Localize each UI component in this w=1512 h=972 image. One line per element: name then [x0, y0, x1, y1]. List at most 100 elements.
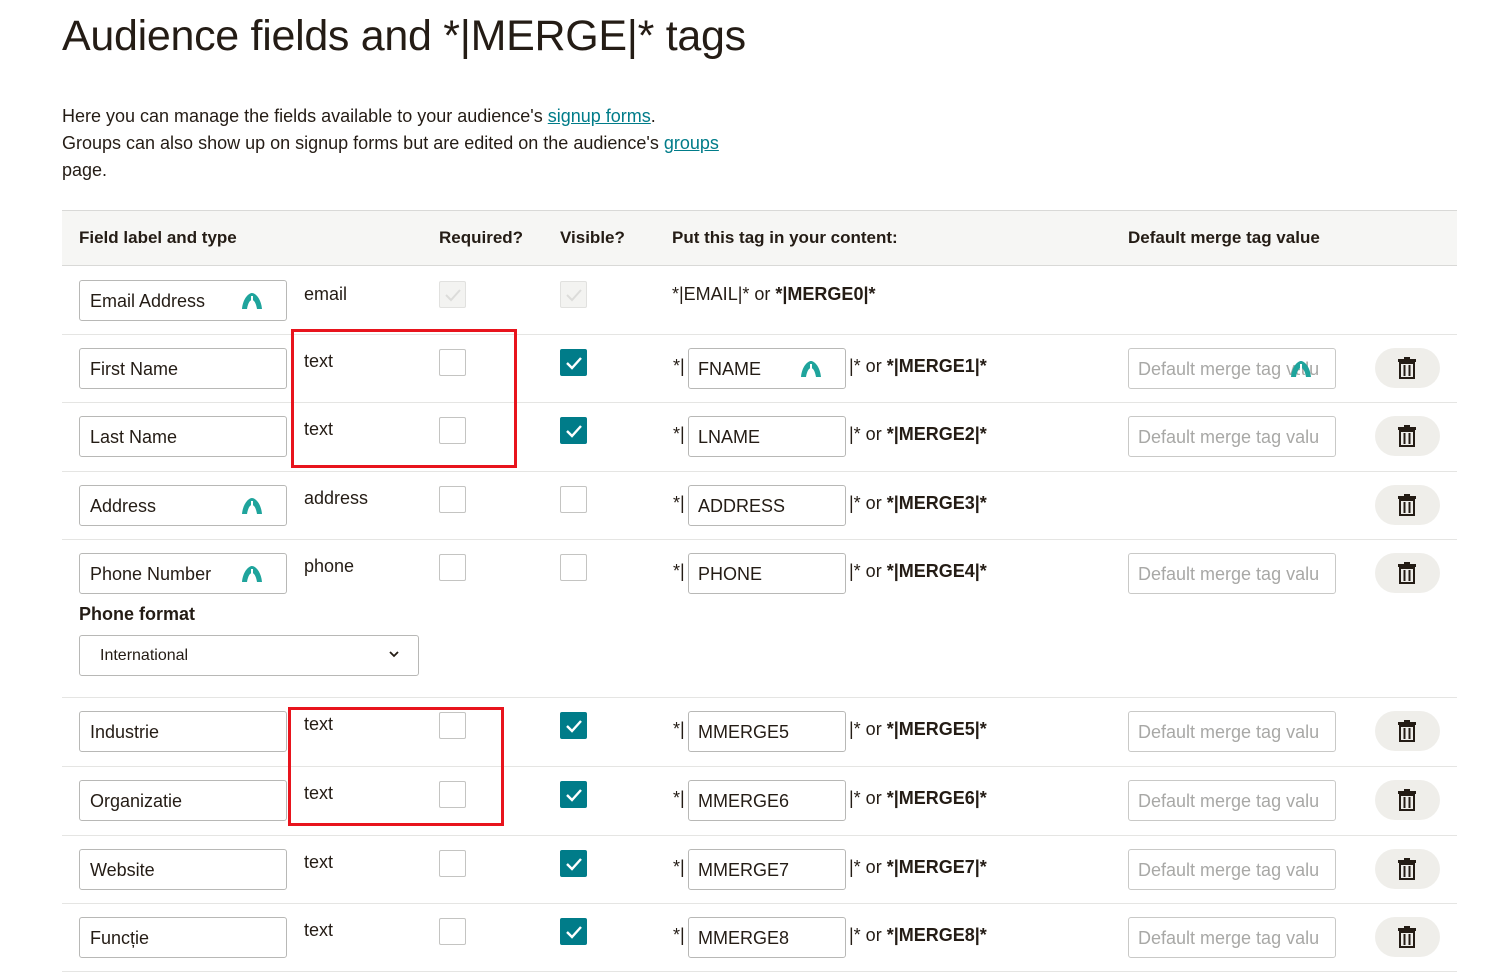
field-type: text	[304, 714, 334, 734]
required-checkbox[interactable]	[439, 781, 466, 808]
default-value-input[interactable]: Default merge tag valu	[1128, 553, 1336, 594]
default-value-input[interactable]: Default merge tag valu	[1128, 348, 1336, 389]
mailchimp-freddie-icon	[1291, 361, 1311, 377]
field-label-input[interactable]: Organizatie	[79, 780, 287, 821]
trash-icon	[1398, 562, 1416, 584]
visible-checkbox	[560, 281, 587, 308]
groups-link[interactable]: groups	[664, 133, 719, 153]
default-value-input[interactable]: Default merge tag valu	[1128, 711, 1336, 752]
merge-tag-input[interactable]: PHONE	[688, 553, 846, 594]
tag-prefix: *|	[673, 356, 685, 376]
visible-checkbox[interactable]	[560, 781, 587, 808]
field-type: text	[304, 419, 334, 439]
table-row: Funcție text *| MMERGE8 |* or *|MERGE8|* Defa…	[62, 904, 1457, 972]
field-label-input[interactable]: First Name	[79, 348, 287, 389]
field-label-text: Last Name	[90, 427, 178, 447]
merge-tag-input[interactable]: MMERGE6	[688, 780, 846, 821]
required-checkbox[interactable]	[439, 918, 466, 945]
merge-tag-bold: *|MERGE1|*	[886, 356, 987, 376]
required-checkbox[interactable]	[439, 486, 466, 513]
visible-checkbox[interactable]	[560, 486, 587, 513]
delete-button[interactable]	[1375, 780, 1440, 820]
trash-icon	[1398, 494, 1416, 516]
intro-period: .	[650, 106, 656, 126]
delete-button[interactable]	[1375, 553, 1440, 593]
or-text: |* or	[849, 719, 887, 739]
field-label-input[interactable]: Email Address	[79, 280, 287, 321]
field-label-input[interactable]: Phone Number	[79, 553, 287, 594]
merge-tag-bold: *|MERGE0|*	[775, 284, 876, 304]
merge-tag-suffix: |* or *|MERGE1|*	[849, 356, 987, 377]
visible-checkbox[interactable]	[560, 850, 587, 877]
merge-tag-input[interactable]: MMERGE8	[688, 917, 846, 958]
delete-button[interactable]	[1375, 416, 1440, 456]
delete-button[interactable]	[1375, 711, 1440, 751]
visible-checkbox[interactable]	[560, 349, 587, 376]
or-text: |* or	[849, 424, 887, 444]
default-value-input[interactable]: Default merge tag valu	[1128, 917, 1336, 958]
merge-tag-input[interactable]: MMERGE7	[688, 849, 846, 890]
or-text: |* or	[849, 493, 887, 513]
chevron-down-icon	[389, 651, 399, 658]
visible-checkbox[interactable]	[560, 712, 587, 739]
field-type: text	[304, 783, 334, 803]
field-label-text: Organizatie	[90, 791, 183, 811]
default-value-input[interactable]: Default merge tag valu	[1128, 849, 1336, 890]
trash-icon	[1398, 357, 1416, 379]
required-checkbox[interactable]	[439, 850, 466, 877]
field-label-text: Industrie	[90, 722, 160, 742]
field-type: address	[304, 488, 369, 508]
or-text: |* or	[849, 561, 887, 581]
field-label-text: First Name	[90, 359, 179, 379]
visible-checkbox[interactable]	[560, 417, 587, 444]
merge-tag-input[interactable]: LNAME	[688, 416, 846, 457]
default-value-input[interactable]: Default merge tag valu	[1128, 780, 1336, 821]
delete-button[interactable]	[1375, 917, 1440, 957]
tag-prefix: *|	[673, 561, 685, 581]
merge-tag-input[interactable]: MMERGE5	[688, 711, 846, 752]
field-label-input[interactable]: Funcție	[79, 917, 287, 958]
required-checkbox[interactable]	[439, 349, 466, 376]
merge-tag-value: MMERGE8	[698, 928, 790, 948]
intro-line-3: page.	[62, 160, 108, 180]
default-placeholder: Default merge tag valu	[1138, 928, 1320, 948]
visible-checkbox[interactable]	[560, 554, 587, 581]
merge-tag-suffix: |* or *|MERGE2|*	[849, 424, 987, 445]
visible-checkbox[interactable]	[560, 918, 587, 945]
checkmark-icon	[566, 858, 582, 871]
checkmark-icon	[445, 289, 461, 302]
field-label-input[interactable]: Website	[79, 849, 287, 890]
signup-forms-link[interactable]: signup forms	[548, 106, 651, 126]
delete-button[interactable]	[1375, 485, 1440, 525]
trash-icon	[1398, 425, 1416, 447]
merge-tag-value: MMERGE7	[698, 860, 790, 880]
merge-tag-input[interactable]: ADDRESS	[688, 485, 846, 526]
required-checkbox[interactable]	[439, 712, 466, 739]
delete-button[interactable]	[1375, 348, 1440, 388]
field-label-input[interactable]: Industrie	[79, 711, 287, 752]
tag-prefix: *|	[673, 925, 685, 945]
tag-prefix: *|	[673, 493, 685, 513]
or-text: |* or	[849, 857, 887, 877]
field-label-input[interactable]: Address	[79, 485, 287, 526]
header-visible: Visible?	[560, 228, 625, 247]
merge-tag-bold: *|MERGE2|*	[886, 424, 987, 444]
checkmark-icon	[566, 926, 582, 939]
phone-format-select[interactable]: International	[79, 635, 419, 676]
default-placeholder: Default merge tag valu	[1138, 427, 1320, 447]
merge-tag-input[interactable]: FNAME	[688, 348, 846, 389]
field-label-input[interactable]: Last Name	[79, 416, 287, 457]
tag-prefix: *|	[673, 424, 685, 444]
merge-tag-value: MMERGE5	[698, 722, 790, 742]
field-label-text: Address	[90, 496, 157, 516]
delete-button[interactable]	[1375, 849, 1440, 889]
required-checkbox[interactable]	[439, 554, 466, 581]
required-checkbox[interactable]	[439, 417, 466, 444]
merge-tag-bold: *|MERGE3|*	[886, 493, 987, 513]
trash-icon	[1398, 858, 1416, 880]
mailchimp-freddie-icon	[801, 361, 821, 377]
trash-icon	[1398, 789, 1416, 811]
header-required: Required?	[439, 228, 524, 247]
table-row-email: Email Address email *|EMAIL|* or *|MERGE…	[62, 266, 1457, 335]
default-value-input[interactable]: Default merge tag valu	[1128, 416, 1336, 457]
